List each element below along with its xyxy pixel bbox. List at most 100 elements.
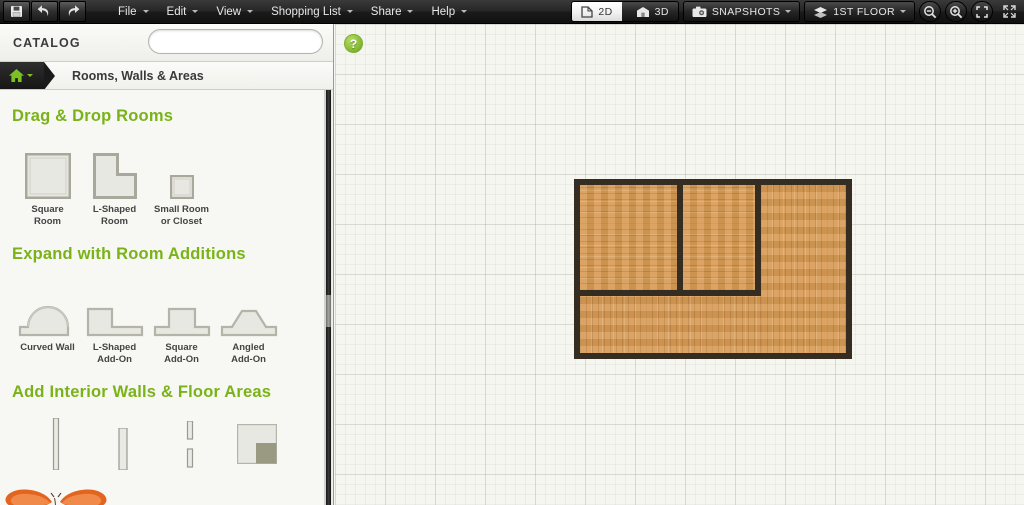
interior-wall-vertical-right[interactable] bbox=[755, 185, 761, 296]
chevron-down-icon bbox=[142, 10, 149, 13]
catalog-content: Drag & Drop Rooms Square Room L-Shaped R… bbox=[0, 90, 333, 505]
page-corner-icon bbox=[581, 5, 594, 18]
app-root: File Edit View Shopping List Share Help bbox=[0, 0, 1024, 505]
zoom-out-button[interactable] bbox=[919, 1, 941, 22]
menu-share-label: Share bbox=[370, 5, 402, 18]
square-room-icon bbox=[24, 139, 71, 199]
history-button-group bbox=[3, 1, 87, 22]
search-field-wrapper bbox=[148, 29, 323, 54]
catalog-item-split-interior-wall[interactable] bbox=[156, 418, 223, 470]
help-button[interactable]: ? bbox=[344, 34, 363, 53]
thick-interior-wall-icon bbox=[116, 418, 130, 470]
chevron-down-icon bbox=[192, 10, 199, 13]
undo-button[interactable] bbox=[31, 1, 58, 22]
snapshots-button[interactable]: SNAPSHOTS bbox=[682, 1, 801, 22]
catalog-item-label-line1: Small Room bbox=[154, 204, 209, 215]
upper-left-room[interactable] bbox=[580, 185, 677, 290]
breadcrumb-home-button[interactable] bbox=[0, 62, 55, 89]
menu-shopping-list[interactable]: Shopping List bbox=[262, 3, 362, 21]
upper-middle-room[interactable] bbox=[683, 185, 755, 290]
snapshots-label: SNAPSHOTS bbox=[711, 5, 781, 18]
menu-file[interactable]: File bbox=[109, 3, 158, 21]
catalog-scrollbar[interactable] bbox=[324, 90, 333, 505]
catalog-item-square-add-on[interactable]: Square Add-On bbox=[148, 277, 215, 366]
chevron-down-icon bbox=[461, 10, 468, 13]
floor-selector-label: 1ST FLOOR bbox=[833, 5, 895, 18]
layers-icon bbox=[814, 6, 828, 18]
tab-3d[interactable]: 3D bbox=[627, 2, 678, 21]
chevron-down-icon bbox=[785, 10, 792, 13]
l-shaped-add-on-icon bbox=[86, 277, 144, 337]
view-controls: 2D 3D SNAPSHOTS 1ST FLOOR bbox=[571, 1, 1021, 22]
catalog-item-label-line2: Add-On bbox=[97, 354, 132, 365]
split-interior-wall-icon bbox=[185, 418, 195, 470]
redo-button[interactable] bbox=[59, 1, 86, 22]
fullscreen-button[interactable] bbox=[997, 1, 1021, 22]
section-items-rooms: Square Room L-Shaped Room Small Room or … bbox=[0, 139, 333, 228]
floor-plan[interactable] bbox=[574, 179, 852, 359]
catalog-header: CATALOG bbox=[0, 24, 333, 62]
catalog-item-square-room[interactable]: Square Room bbox=[14, 139, 81, 228]
floorplan-canvas[interactable]: ? bbox=[335, 24, 1024, 505]
menu-view-label: View bbox=[216, 5, 242, 18]
catalog-item-thick-interior-wall[interactable] bbox=[89, 418, 156, 470]
catalog-item-l-shaped-room[interactable]: L-Shaped Room bbox=[81, 139, 148, 228]
square-add-on-icon bbox=[153, 277, 211, 337]
breadcrumb-current-label: Rooms, Walls & Areas bbox=[72, 68, 204, 83]
section-items-interior-walls bbox=[0, 418, 333, 470]
large-l-shaped-room-right[interactable] bbox=[761, 185, 846, 353]
catalog-item-label-line2: Add-On bbox=[231, 354, 266, 365]
interior-wall-vertical-left[interactable] bbox=[677, 185, 683, 290]
catalog-item-angled-add-on[interactable]: Angled Add-On bbox=[215, 277, 282, 366]
catalog-item-label-line2: or Closet bbox=[160, 216, 203, 227]
menu-share[interactable]: Share bbox=[362, 3, 423, 21]
large-l-shaped-room-bottom[interactable] bbox=[580, 296, 761, 353]
breadcrumb: Rooms, Walls & Areas bbox=[0, 62, 333, 90]
chevron-down-icon bbox=[27, 74, 33, 77]
catalog-item-label-line2: Room bbox=[34, 216, 61, 227]
page-title: CATALOG bbox=[13, 35, 81, 50]
menu-help-label: Help bbox=[431, 5, 456, 18]
catalog-item-label-line2: Add-On bbox=[164, 354, 199, 365]
catalog-panel: CATALOG Rooms, Walls & Areas Drag & Drop… bbox=[0, 24, 334, 505]
menu-edit[interactable]: Edit bbox=[158, 3, 208, 21]
catalog-item-floor-area[interactable] bbox=[223, 418, 290, 470]
save-button[interactable] bbox=[3, 1, 30, 22]
magnifier-plus-icon bbox=[950, 5, 963, 18]
menu-shopping-list-label: Shopping List bbox=[271, 5, 341, 18]
menu-view[interactable]: View bbox=[207, 3, 262, 21]
scrollbar-thumb[interactable] bbox=[326, 295, 331, 327]
thin-interior-wall-icon bbox=[51, 418, 61, 470]
angled-add-on-icon bbox=[220, 277, 278, 337]
catalog-item-label-line1: Square bbox=[165, 342, 198, 353]
section-title-interior-walls: Add Interior Walls & Floor Areas bbox=[12, 383, 272, 401]
expand-arrows-icon bbox=[1002, 5, 1016, 18]
catalog-item-small-room-or-closet[interactable]: Small Room or Closet bbox=[148, 139, 215, 228]
menu-edit-label: Edit bbox=[166, 5, 187, 18]
chevron-down-icon bbox=[900, 10, 906, 13]
curved-wall-icon bbox=[18, 277, 78, 337]
l-shaped-room-icon bbox=[92, 139, 137, 199]
catalog-item-l-shaped-add-on[interactable]: L-Shaped Add-On bbox=[81, 277, 148, 366]
butterfly-cursor-icon bbox=[0, 488, 112, 505]
chevron-down-icon bbox=[247, 10, 254, 13]
chevron-down-icon bbox=[346, 10, 353, 13]
tab-2d-label: 2D bbox=[598, 5, 613, 18]
fit-view-button[interactable] bbox=[971, 1, 993, 22]
catalog-item-label-line1: Square bbox=[31, 204, 64, 215]
section-title-additions: Expand with Room Additions bbox=[12, 245, 246, 263]
crop-brackets-icon bbox=[976, 5, 988, 18]
search-input[interactable] bbox=[149, 30, 322, 53]
magnifier-minus-icon bbox=[924, 5, 937, 18]
menu-help[interactable]: Help bbox=[422, 3, 476, 21]
section-title-rooms: Drag & Drop Rooms bbox=[12, 107, 174, 125]
house-icon bbox=[636, 6, 649, 17]
interior-wall-horizontal[interactable] bbox=[580, 290, 761, 296]
small-room-icon bbox=[169, 139, 194, 199]
catalog-item-thin-interior-wall[interactable] bbox=[22, 418, 89, 470]
view-mode-toggle: 2D 3D bbox=[571, 1, 679, 22]
zoom-in-button[interactable] bbox=[945, 1, 967, 22]
floor-selector[interactable]: 1ST FLOOR bbox=[804, 1, 915, 22]
catalog-item-curved-wall[interactable]: Curved Wall bbox=[14, 277, 81, 354]
tab-2d[interactable]: 2D bbox=[572, 2, 622, 21]
